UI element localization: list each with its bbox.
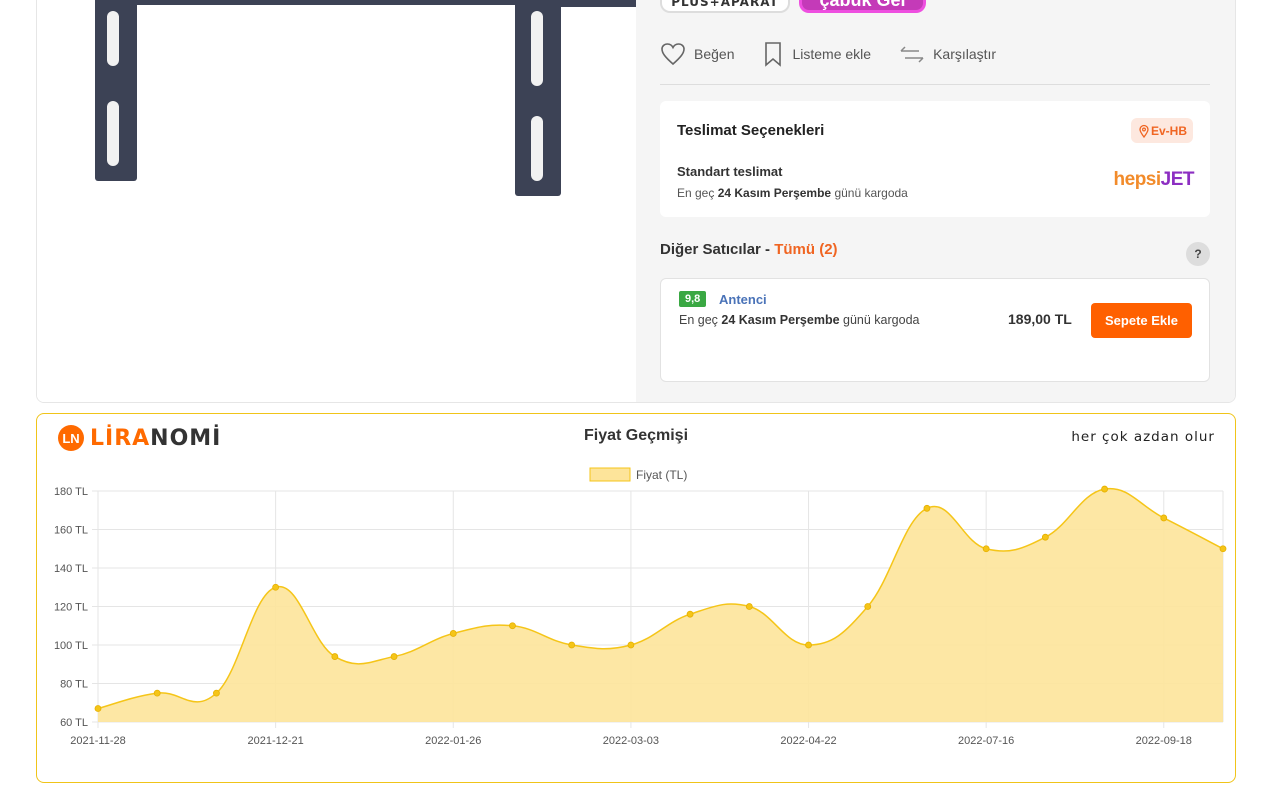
price-point xyxy=(1101,485,1108,493)
product-card: PLUS+APARAT çabuk Gel Beğen Listeme ekle… xyxy=(36,0,1236,403)
all-sellers-link[interactable]: Tümü (2) xyxy=(774,241,837,258)
help-icon[interactable]: ? xyxy=(1186,242,1210,266)
tv-bracket-image xyxy=(95,0,636,196)
price-point xyxy=(153,689,161,697)
delivery-estimate-suffix: günü kargoda xyxy=(834,186,908,200)
other-sellers-title: Diğer Satıcılar - Tümü (2) xyxy=(660,241,838,258)
x-tick-label: 2021-12-21 xyxy=(247,735,303,747)
y-tick-label: 120 TL xyxy=(54,602,88,614)
price-point xyxy=(864,603,872,610)
like-button[interactable]: Beğen xyxy=(660,42,734,66)
price-point xyxy=(449,630,457,637)
legend-label: Fiyat (TL) xyxy=(636,468,687,482)
seller-name-link[interactable]: Antenci xyxy=(719,292,767,307)
like-label: Beğen xyxy=(694,46,735,62)
legend-swatch xyxy=(589,467,631,482)
add-to-cart-button[interactable]: Sepete Ekle xyxy=(1091,303,1192,338)
hepsijet-logo: hepsiJET xyxy=(1113,169,1195,190)
y-tick-label: 80 TL xyxy=(60,679,88,691)
product-info-panel: PLUS+APARAT çabuk Gel Beğen Listeme ekle… xyxy=(636,0,1235,402)
location-badge[interactable]: Ev-HB xyxy=(1130,118,1193,143)
price-point xyxy=(1160,514,1168,522)
location-badge-label: Ev-HB xyxy=(1150,124,1187,138)
x-tick-label: 2021-11-28 xyxy=(70,735,125,747)
delivery-title: Teslimat Seçenekleri xyxy=(677,122,825,139)
price-point xyxy=(745,603,753,610)
y-tick-label: 100 TL xyxy=(54,640,88,652)
seller-price: 189,00 TL xyxy=(1008,311,1072,327)
y-tick-label: 160 TL xyxy=(54,525,88,537)
price-history-chart: 180 TL 160 TL 140 TL 120 TL 100 TL 80 TL 60 TL… xyxy=(54,467,1227,747)
price-point xyxy=(923,504,931,512)
add-to-list-button[interactable]: Listeme ekle xyxy=(762,41,871,67)
price-point xyxy=(390,653,398,660)
delivery-options-card: Teslimat Seçenekleri Ev-HB Standart tesl… xyxy=(660,101,1210,217)
compare-button[interactable]: Karşılaştır xyxy=(899,45,996,63)
x-tick-label: 2022-03-03 xyxy=(603,735,659,747)
location-pin-icon xyxy=(1139,124,1149,138)
price-point xyxy=(627,641,635,649)
seller-delivery-date: 24 Kasım Perşembe xyxy=(721,313,840,327)
price-area-fill xyxy=(98,488,1223,722)
price-point xyxy=(686,610,694,618)
divider xyxy=(660,84,1210,85)
x-tick-label: 2022-01-26 xyxy=(425,735,481,747)
delivery-date: 24 Kasım Perşembe xyxy=(717,186,832,200)
add-to-list-label: Listeme ekle xyxy=(792,46,872,62)
price-point xyxy=(94,705,102,712)
price-point xyxy=(1041,533,1049,541)
y-tick-label: 140 TL xyxy=(54,563,88,575)
price-point xyxy=(982,545,990,553)
delivery-estimate: En geç 24 Kasım Perşembe günü kargoda xyxy=(677,186,908,200)
bookmark-icon xyxy=(765,42,782,67)
heart-icon xyxy=(661,43,685,66)
price-point xyxy=(509,622,516,630)
price-point xyxy=(568,641,576,649)
price-history-widget: LN LİRANOMİ Fiyat Geçmişi her çok azdan … xyxy=(36,413,1236,783)
seller-rating-badge: 9,8 xyxy=(679,291,707,307)
price-point xyxy=(805,641,812,649)
plus-aparat-badge[interactable]: PLUS+APARAT xyxy=(660,0,790,13)
compare-arrows-icon xyxy=(900,46,924,63)
x-tick-label: 2022-04-22 xyxy=(780,735,836,747)
price-point xyxy=(213,689,220,697)
delivery-estimate-prefix: En geç xyxy=(677,186,715,200)
y-tick-label: 60 TL xyxy=(60,717,88,729)
compare-label: Karşılaştır xyxy=(933,46,997,62)
y-tick-label: 180 TL xyxy=(54,486,88,498)
x-tick-label: 2022-09-18 xyxy=(1136,735,1192,747)
product-actions: Beğen Listeme ekle Karşılaştır xyxy=(660,41,1024,67)
seller-card: 9,8 Antenci En geç 24 Kasım Perşembe gün… xyxy=(660,278,1210,382)
product-image[interactable] xyxy=(37,0,636,402)
price-point xyxy=(272,583,280,591)
x-tick-label: 2022-07-16 xyxy=(958,735,1014,747)
price-point xyxy=(331,653,339,660)
standard-delivery-label: Standart teslimat xyxy=(677,164,783,179)
seller-delivery-estimate: En geç 24 Kasım Perşembe günü kargoda xyxy=(679,313,920,327)
cabuk-gel-badge[interactable]: çabuk Gel xyxy=(799,0,926,13)
price-point xyxy=(1219,545,1227,553)
